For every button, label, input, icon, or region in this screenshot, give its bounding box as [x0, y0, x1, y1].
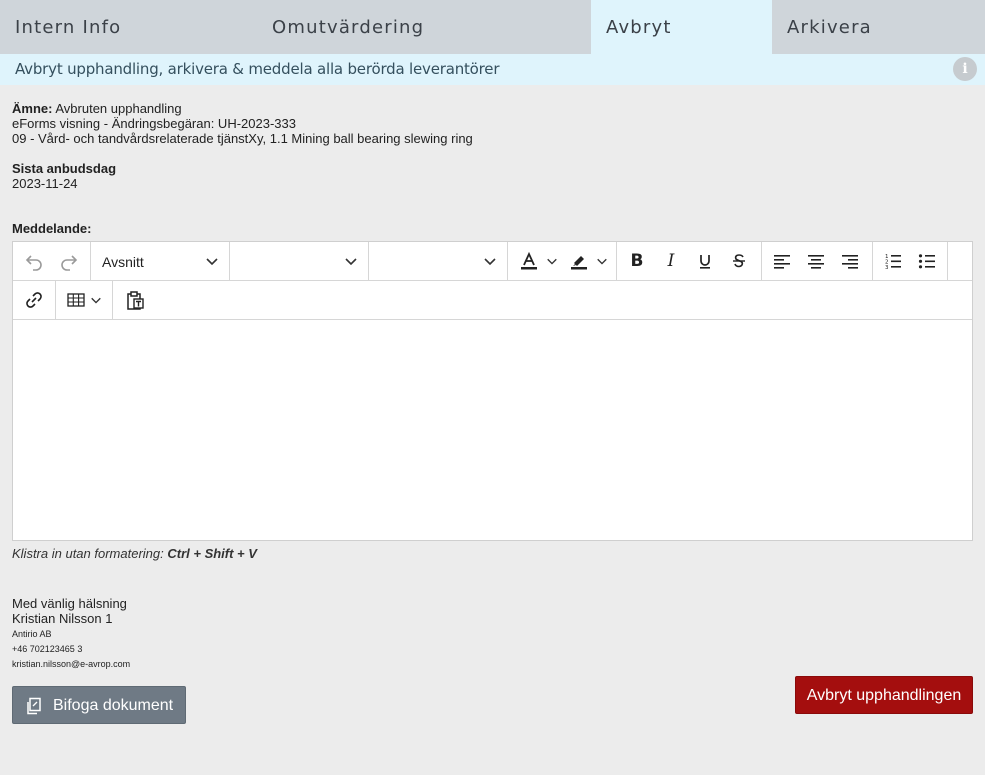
signature-greeting: Med vänlig hälsning	[12, 596, 127, 611]
section-banner: Avbryt upphandling, arkivera & meddela a…	[0, 54, 985, 85]
strikethrough-icon[interactable]	[726, 246, 752, 276]
editor-toolbar-row-2	[13, 281, 972, 320]
deadline-value: 2023-11-24	[12, 176, 78, 191]
chevron-down-icon[interactable]	[480, 246, 500, 276]
tab-intern-info[interactable]: Intern Info	[0, 0, 257, 54]
chevron-down-icon[interactable]	[88, 285, 104, 315]
signature-phone: +46 702123465 3	[12, 644, 83, 654]
tab-bar: Intern Info Omutvärdering Avbryt Arkiver…	[0, 0, 985, 54]
bullet-list-icon[interactable]	[914, 246, 940, 276]
subject-value: Avbruten upphandling	[55, 101, 182, 116]
highlight-icon[interactable]	[567, 246, 591, 276]
align-center-icon[interactable]	[803, 246, 829, 276]
chevron-down-icon[interactable]	[341, 246, 361, 276]
table-icon[interactable]	[65, 285, 87, 315]
paste-hint-text: Klistra in utan formatering:	[12, 546, 168, 561]
bold-icon[interactable]: B	[624, 246, 650, 276]
chevron-down-icon[interactable]	[544, 246, 560, 276]
chevron-down-icon[interactable]	[594, 246, 610, 276]
link-icon[interactable]	[21, 285, 47, 315]
message-label: Meddelande:	[12, 221, 92, 236]
signature-email: kristian.nilsson@e-avrop.com	[12, 659, 131, 669]
svg-text:3: 3	[885, 265, 889, 270]
deadline-label: Sista anbudsdag	[12, 161, 117, 176]
align-right-icon[interactable]	[837, 246, 863, 276]
attach-document-button[interactable]: Bifoga dokument	[12, 686, 186, 724]
subject-line: Ämne: Avbruten upphandling	[12, 101, 182, 116]
italic-icon[interactable]: I	[658, 246, 684, 276]
change-request-line: eForms visning - Ändringsbegäran: UH-202…	[12, 116, 296, 131]
tab-omutvardering[interactable]: Omutvärdering	[257, 0, 591, 54]
undo-icon[interactable]	[21, 246, 47, 276]
tab-avbryt[interactable]: Avbryt	[591, 0, 772, 54]
redo-icon[interactable]	[56, 246, 82, 276]
banner-title: Avbryt upphandling, arkivera & meddela a…	[15, 60, 500, 78]
cancel-procurement-button[interactable]: Avbryt upphandlingen	[795, 676, 973, 714]
tab-arkivera[interactable]: Arkivera	[772, 0, 985, 54]
attach-document-label: Bifoga dokument	[53, 697, 174, 714]
cpv-line: 09 - Vård- och tandvårdsrelaterade tjäns…	[12, 131, 473, 146]
numbered-list-icon[interactable]: 123	[880, 246, 906, 276]
block-format-select[interactable]: Avsnitt	[102, 254, 144, 270]
attach-icon	[25, 697, 43, 720]
info-icon[interactable]: i	[953, 57, 977, 81]
chevron-down-icon[interactable]	[202, 246, 222, 276]
text-color-icon[interactable]	[517, 246, 541, 276]
editor-toolbar-row-1: Avsnitt B I 1 2 3	[13, 242, 972, 281]
paste-text-icon[interactable]	[122, 285, 148, 315]
signature-company: Antirio AB	[12, 629, 52, 639]
editor-content-area[interactable]	[13, 321, 972, 540]
paste-hint-shortcut: Ctrl + Shift + V	[167, 546, 257, 561]
paste-hint: Klistra in utan formatering: Ctrl + Shif…	[12, 546, 257, 561]
align-left-icon[interactable]	[769, 246, 795, 276]
subject-label: Ämne:	[12, 101, 53, 116]
signature-name: Kristian Nilsson 1	[12, 611, 113, 626]
underline-icon[interactable]	[692, 246, 718, 276]
rich-text-editor: Avsnitt B I 1 2 3	[12, 241, 973, 541]
